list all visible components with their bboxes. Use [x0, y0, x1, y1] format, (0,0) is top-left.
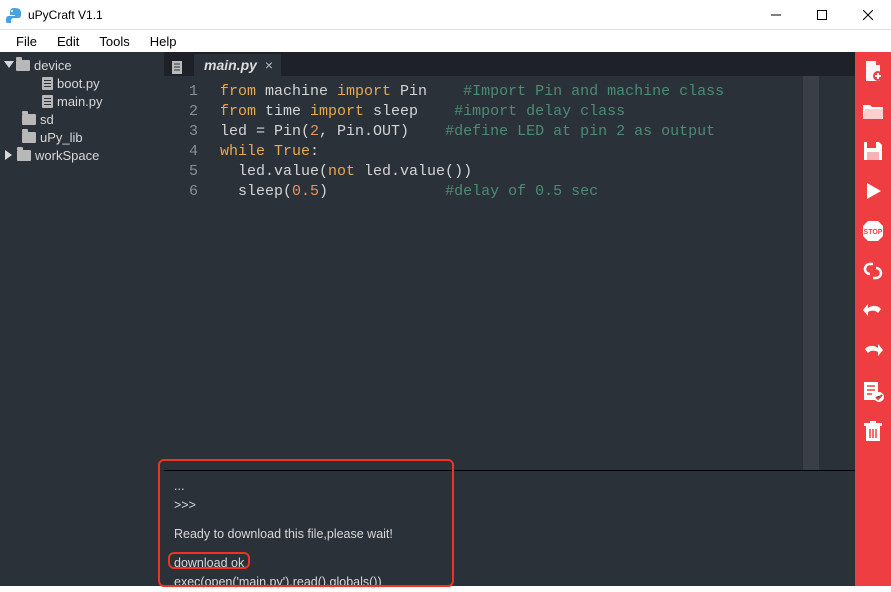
tree-label: device [34, 58, 72, 73]
annotation-highlight [168, 552, 250, 569]
menu-file[interactable]: File [6, 32, 47, 51]
tab-mainpy[interactable]: main.py × [194, 54, 281, 76]
menu-edit[interactable]: Edit [47, 32, 89, 51]
file-tree: device boot.py main.py sd uPy_lib workSp… [0, 52, 164, 586]
tree-label: sd [40, 112, 54, 127]
undo-button[interactable] [860, 298, 886, 324]
tab-label: main.py [204, 57, 257, 73]
tree-item-bootpy[interactable]: boot.py [0, 74, 164, 92]
file-icon [42, 77, 53, 90]
tree-item-workspace[interactable]: workSpace [0, 146, 164, 164]
tree-item-mainpy[interactable]: main.py [0, 92, 164, 110]
new-file-button[interactable] [860, 58, 886, 84]
save-button[interactable] [860, 138, 886, 164]
minimize-button[interactable] [753, 0, 799, 30]
code-editor[interactable]: 1 2 3 4 5 6 from machine import Pin #Imp… [164, 76, 855, 470]
menu-help[interactable]: Help [140, 32, 187, 51]
stop-button[interactable]: STOP [860, 218, 886, 244]
window-title: uPyCraft V1.1 [28, 8, 753, 22]
app-logo-icon [6, 7, 22, 23]
syntax-check-button[interactable] [860, 378, 886, 404]
open-file-button[interactable] [860, 98, 886, 124]
maximize-button[interactable] [799, 0, 845, 30]
folder-icon [17, 150, 31, 161]
line-gutter: 1 2 3 4 5 6 [164, 82, 206, 470]
code-area[interactable]: from machine import Pin #Import Pin and … [206, 82, 855, 470]
tree-label: workSpace [35, 148, 99, 163]
menu-tools[interactable]: Tools [89, 32, 139, 51]
folder-icon [22, 114, 36, 125]
redo-button[interactable] [860, 338, 886, 364]
file-icon [42, 95, 53, 108]
tree-item-sd[interactable]: sd [0, 110, 164, 128]
tree-label: boot.py [57, 76, 100, 91]
close-button[interactable] [845, 0, 891, 30]
tree-label: main.py [57, 94, 103, 109]
connect-button[interactable] [860, 258, 886, 284]
tree-item-device[interactable]: device [0, 56, 164, 74]
clear-button[interactable] [860, 418, 886, 444]
title-bar: uPyCraft V1.1 [0, 0, 891, 30]
tree-item-upylib[interactable]: uPy_lib [0, 128, 164, 146]
right-toolbar: STOP [855, 52, 891, 586]
tree-label: uPy_lib [40, 130, 83, 145]
folder-icon [22, 132, 36, 143]
close-tab-icon[interactable]: × [265, 57, 273, 73]
svg-text:STOP: STOP [864, 229, 883, 236]
tab-bar: main.py × [164, 52, 855, 76]
menu-bar: File Edit Tools Help [0, 30, 891, 52]
folder-icon [16, 60, 30, 71]
file-icon [170, 60, 186, 76]
download-run-button[interactable] [860, 178, 886, 204]
scrollbar[interactable] [803, 76, 819, 470]
terminal-panel[interactable]: ... >>> Ready to download this file,plea… [164, 470, 855, 586]
